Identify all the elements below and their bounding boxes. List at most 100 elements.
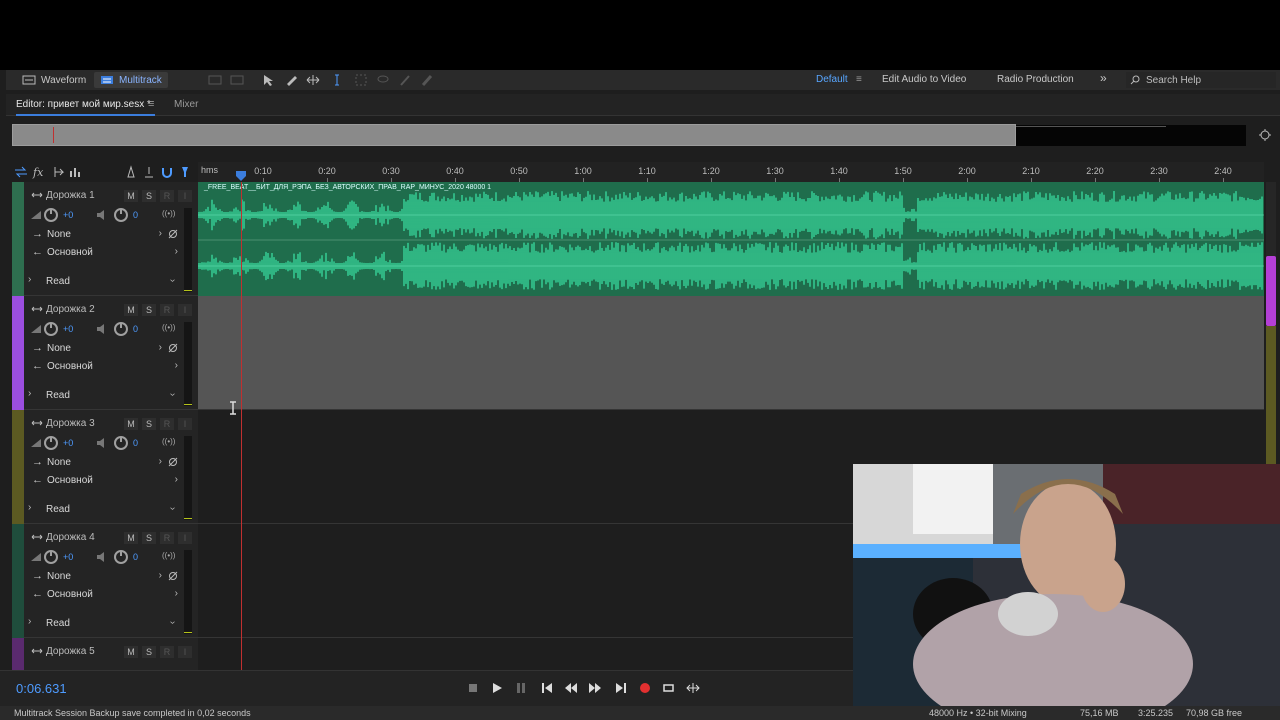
stereo-icon[interactable]: ((•)) — [162, 323, 175, 332]
drag-handle-icon[interactable] — [31, 190, 43, 200]
input-selector[interactable]: → None › — [32, 569, 178, 584]
stereo-icon[interactable]: ((•)) — [162, 551, 175, 560]
volume-knob[interactable] — [44, 208, 58, 222]
workspace-edit-audio-to-video[interactable]: Edit Audio to Video — [882, 74, 966, 85]
pan-value[interactable]: 0 — [133, 438, 138, 448]
input-monitor-button[interactable]: I — [178, 646, 192, 658]
marquee-tool-icon[interactable] — [354, 73, 368, 87]
mute-button[interactable]: M — [124, 418, 138, 430]
track-name[interactable]: Дорожка 4 — [46, 532, 95, 543]
solo-button[interactable]: S — [142, 304, 156, 316]
expand-chevron-icon[interactable]: › — [28, 616, 31, 627]
mute-button[interactable]: M — [124, 304, 138, 316]
input-selector[interactable]: → None › — [32, 227, 178, 242]
fast-forward-icon[interactable] — [588, 681, 602, 695]
rewind-icon[interactable] — [564, 681, 578, 695]
mute-button[interactable]: M — [124, 646, 138, 658]
expand-chevron-icon[interactable]: › — [28, 502, 31, 513]
tab-mixer[interactable]: Mixer — [174, 99, 198, 110]
lasso-tool-icon[interactable] — [376, 73, 390, 87]
snap-icon[interactable] — [142, 165, 156, 179]
automation-mode-selector[interactable]: Read › — [46, 274, 178, 289]
inputs-outputs-icon[interactable] — [14, 165, 28, 179]
playhead-marker-icon[interactable] — [235, 170, 247, 182]
input-monitor-button[interactable]: I — [178, 418, 192, 430]
input-monitor-button[interactable]: I — [178, 532, 192, 544]
stop-icon[interactable] — [466, 681, 480, 695]
input-selector[interactable]: → None › — [32, 455, 178, 470]
eq-icon[interactable] — [68, 165, 82, 179]
more-workspaces-icon[interactable]: » — [1100, 71, 1107, 85]
pan-knob[interactable] — [114, 208, 128, 222]
sends-icon[interactable] — [52, 165, 66, 179]
automation-mode-selector[interactable]: Read › — [46, 502, 178, 517]
drag-handle-icon[interactable] — [31, 646, 43, 656]
previous-icon[interactable] — [540, 681, 554, 695]
volume-value[interactable]: +0 — [63, 552, 73, 562]
move-tool-icon[interactable] — [262, 73, 276, 87]
solo-button[interactable]: S — [142, 418, 156, 430]
pan-value[interactable]: 0 — [133, 552, 138, 562]
output-selector[interactable]: ← Основной › — [32, 473, 178, 488]
slip-tool-icon[interactable] — [306, 73, 320, 87]
pause-icon[interactable] — [514, 681, 528, 695]
track-1[interactable]: Дорожка 1 M S R I +0 0 ((•)) → None › ← … — [12, 182, 1264, 296]
workspace-menu-icon[interactable]: ≡ — [856, 74, 862, 85]
volume-value[interactable]: +0 — [63, 210, 73, 220]
mute-button[interactable]: M — [124, 190, 138, 202]
drag-handle-icon[interactable] — [31, 418, 43, 428]
search-help-field[interactable]: Search Help — [1126, 72, 1276, 88]
pan-knob[interactable] — [114, 550, 128, 564]
pin-icon[interactable] — [178, 165, 192, 179]
pan-knob[interactable] — [114, 436, 128, 450]
track-name[interactable]: Дорожка 2 — [46, 304, 95, 315]
input-selector[interactable]: → None › — [32, 341, 178, 356]
automation-mode-selector[interactable]: Read › — [46, 616, 178, 631]
solo-button[interactable]: S — [142, 646, 156, 658]
brush-tool-icon[interactable] — [398, 73, 412, 87]
session-overview-bar[interactable] — [12, 124, 1016, 146]
input-monitor-button[interactable]: I — [178, 190, 192, 202]
track-name[interactable]: Дорожка 5 — [46, 646, 95, 657]
metronome-icon[interactable] — [124, 165, 138, 179]
polarity-icon[interactable] — [168, 571, 178, 581]
solo-button[interactable]: S — [142, 190, 156, 202]
timeline-ruler[interactable]: hms 0:10 0:20 0:30 0:40 0:50 1:00 1:10 1:20 1:30… — [198, 162, 1264, 184]
playhead-line[interactable] — [241, 182, 242, 670]
stereo-icon[interactable]: ((•)) — [162, 437, 175, 446]
pan-value[interactable]: 0 — [133, 324, 138, 334]
expand-chevron-icon[interactable]: › — [28, 388, 31, 399]
spectral-display-icon[interactable] — [208, 73, 222, 87]
polarity-icon[interactable] — [168, 457, 178, 467]
drag-handle-icon[interactable] — [31, 304, 43, 314]
vertical-scrollbar-thumb[interactable] — [1266, 256, 1276, 326]
polarity-icon[interactable] — [168, 229, 178, 239]
tab-editor[interactable]: Editor: привет мой мир.sesx * — [16, 99, 155, 116]
volume-knob[interactable] — [44, 550, 58, 564]
polarity-icon[interactable] — [168, 343, 178, 353]
output-selector[interactable]: ← Основной › — [32, 359, 178, 374]
pitch-display-icon[interactable] — [230, 73, 244, 87]
drag-handle-icon[interactable] — [31, 532, 43, 542]
volume-value[interactable]: +0 — [63, 438, 73, 448]
record-arm-button[interactable]: R — [160, 418, 174, 430]
mute-button[interactable]: M — [124, 532, 138, 544]
solo-button[interactable]: S — [142, 532, 156, 544]
audio-clip[interactable]: _FREE_BEAT__БИТ_ДЛЯ_РЭПА_БЕЗ_АВТОРСКИХ_П… — [198, 182, 1264, 296]
next-icon[interactable] — [614, 681, 628, 695]
track-lane[interactable] — [198, 296, 1264, 410]
record-arm-button[interactable]: R — [160, 646, 174, 658]
effects-rack-icon[interactable]: fx — [32, 165, 46, 179]
snapping-magnet-icon[interactable] — [160, 165, 174, 179]
volume-knob[interactable] — [44, 436, 58, 450]
pan-value[interactable]: 0 — [133, 210, 138, 220]
volume-value[interactable]: +0 — [63, 324, 73, 334]
spot-healing-tool-icon[interactable] — [420, 73, 434, 87]
automation-mode-selector[interactable]: Read › — [46, 388, 178, 403]
tab-menu-icon[interactable]: ≡ — [148, 98, 154, 110]
pan-knob[interactable] — [114, 322, 128, 336]
waveform-button[interactable]: Waveform — [16, 72, 92, 88]
skip-selection-icon[interactable] — [686, 681, 700, 695]
record-arm-button[interactable]: R — [160, 190, 174, 202]
multitrack-button[interactable]: Multitrack — [94, 72, 168, 88]
